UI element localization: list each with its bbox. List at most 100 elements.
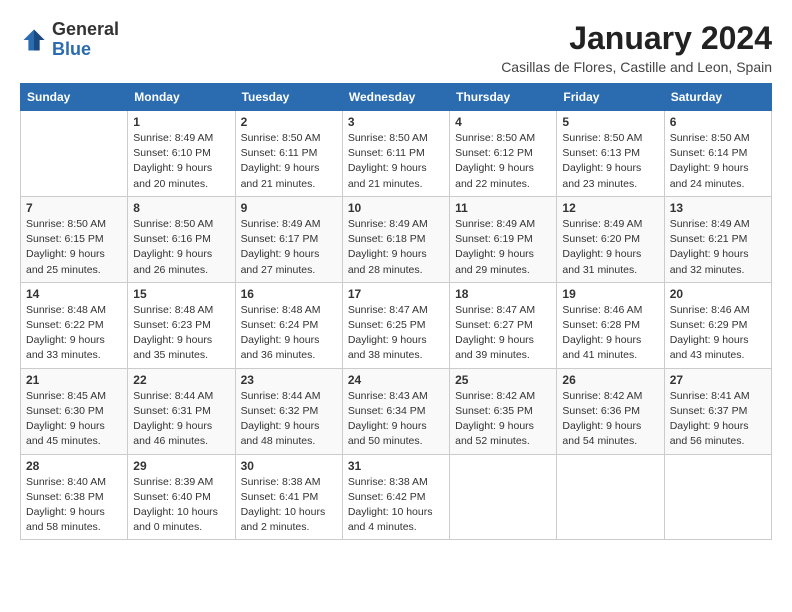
column-header-sunday: Sunday — [21, 84, 128, 111]
day-info: Sunrise: 8:46 AM Sunset: 6:28 PM Dayligh… — [562, 303, 658, 364]
column-header-friday: Friday — [557, 84, 664, 111]
calendar-cell: 6 Sunrise: 8:50 AM Sunset: 6:14 PM Daylig… — [664, 111, 771, 197]
calendar-cell: 16Sunrise: 8:48 AM Sunset: 6:24 PM Dayli… — [235, 282, 342, 368]
day-number: 25 — [455, 373, 551, 387]
day-info: Sunrise: 8:40 AM Sunset: 6:38 PM Dayligh… — [26, 475, 122, 536]
day-number: 3 — [348, 115, 444, 129]
month-title: January 2024 — [501, 20, 772, 57]
day-info: Sunrise: 8:47 AM Sunset: 6:27 PM Dayligh… — [455, 303, 551, 364]
day-number: 16 — [241, 287, 337, 301]
day-info: Sunrise: 8:49 AM Sunset: 6:20 PM Dayligh… — [562, 217, 658, 278]
calendar-body: 1Sunrise: 8:49 AM Sunset: 6:10 PM Daylig… — [21, 111, 772, 540]
day-info: Sunrise: 8:39 AM Sunset: 6:40 PM Dayligh… — [133, 475, 229, 536]
logo-general-text: General — [52, 19, 119, 39]
day-number: 22 — [133, 373, 229, 387]
calendar-week-5: 28 Sunrise: 8:40 AM Sunset: 6:38 PM Dayli… — [21, 454, 772, 540]
day-number: 6 — [670, 115, 766, 129]
logo-blue-text: Blue — [52, 39, 91, 59]
calendar-cell: 30 Sunrise: 8:38 AM Sunset: 6:41 PM Dayli… — [235, 454, 342, 540]
day-info: Sunrise: 8:41 AM Sunset: 6:37 PM Dayligh… — [670, 389, 766, 450]
day-info: Sunrise: 8:49 AM Sunset: 6:19 PM Dayligh… — [455, 217, 551, 278]
calendar-cell: 25 Sunrise: 8:42 AM Sunset: 6:35 PM Dayli… — [450, 368, 557, 454]
column-header-wednesday: Wednesday — [342, 84, 449, 111]
calendar-cell: 8 Sunrise: 8:50 AM Sunset: 6:16 PM Daylig… — [128, 196, 235, 282]
calendar-week-1: 1Sunrise: 8:49 AM Sunset: 6:10 PM Daylig… — [21, 111, 772, 197]
day-info: Sunrise: 8:49 AM Sunset: 6:10 PM Dayligh… — [133, 131, 229, 192]
day-info: Sunrise: 8:50 AM Sunset: 6:12 PM Dayligh… — [455, 131, 551, 192]
day-number: 13 — [670, 201, 766, 215]
column-header-tuesday: Tuesday — [235, 84, 342, 111]
day-info: Sunrise: 8:42 AM Sunset: 6:35 PM Dayligh… — [455, 389, 551, 450]
day-info: Sunrise: 8:49 AM Sunset: 6:21 PM Dayligh… — [670, 217, 766, 278]
calendar-cell: 26 Sunrise: 8:42 AM Sunset: 6:36 PM Dayli… — [557, 368, 664, 454]
day-number: 29 — [133, 459, 229, 473]
day-info: Sunrise: 8:50 AM Sunset: 6:16 PM Dayligh… — [133, 217, 229, 278]
day-number: 20 — [670, 287, 766, 301]
calendar-cell: 10Sunrise: 8:49 AM Sunset: 6:18 PM Dayli… — [342, 196, 449, 282]
day-info: Sunrise: 8:48 AM Sunset: 6:23 PM Dayligh… — [133, 303, 229, 364]
calendar-cell: 27Sunrise: 8:41 AM Sunset: 6:37 PM Dayli… — [664, 368, 771, 454]
day-info: Sunrise: 8:46 AM Sunset: 6:29 PM Dayligh… — [670, 303, 766, 364]
day-info: Sunrise: 8:42 AM Sunset: 6:36 PM Dayligh… — [562, 389, 658, 450]
day-info: Sunrise: 8:47 AM Sunset: 6:25 PM Dayligh… — [348, 303, 444, 364]
calendar-cell: 23 Sunrise: 8:44 AM Sunset: 6:32 PM Dayli… — [235, 368, 342, 454]
calendar-cell — [557, 454, 664, 540]
day-number: 2 — [241, 115, 337, 129]
calendar-cell: 9Sunrise: 8:49 AM Sunset: 6:17 PM Daylig… — [235, 196, 342, 282]
column-header-monday: Monday — [128, 84, 235, 111]
day-info: Sunrise: 8:50 AM Sunset: 6:13 PM Dayligh… — [562, 131, 658, 192]
calendar-header-row: SundayMondayTuesdayWednesdayThursdayFrid… — [21, 84, 772, 111]
calendar-cell: 20 Sunrise: 8:46 AM Sunset: 6:29 PM Dayli… — [664, 282, 771, 368]
calendar-cell: 24 Sunrise: 8:43 AM Sunset: 6:34 PM Dayli… — [342, 368, 449, 454]
page-header: General Blue January 2024 Casillas de Fl… — [20, 20, 772, 75]
calendar-cell: 18 Sunrise: 8:47 AM Sunset: 6:27 PM Dayli… — [450, 282, 557, 368]
day-number: 30 — [241, 459, 337, 473]
calendar-cell: 31 Sunrise: 8:38 AM Sunset: 6:42 PM Dayli… — [342, 454, 449, 540]
day-number: 31 — [348, 459, 444, 473]
day-number: 18 — [455, 287, 551, 301]
day-number: 28 — [26, 459, 122, 473]
day-number: 5 — [562, 115, 658, 129]
calendar-cell: 13 Sunrise: 8:49 AM Sunset: 6:21 PM Dayli… — [664, 196, 771, 282]
day-number: 10 — [348, 201, 444, 215]
calendar-cell: 4Sunrise: 8:50 AM Sunset: 6:12 PM Daylig… — [450, 111, 557, 197]
day-number: 12 — [562, 201, 658, 215]
calendar-cell: 29 Sunrise: 8:39 AM Sunset: 6:40 PM Dayli… — [128, 454, 235, 540]
day-info: Sunrise: 8:50 AM Sunset: 6:11 PM Dayligh… — [241, 131, 337, 192]
calendar-week-3: 14 Sunrise: 8:48 AM Sunset: 6:22 PM Dayli… — [21, 282, 772, 368]
day-number: 23 — [241, 373, 337, 387]
calendar-cell: 12 Sunrise: 8:49 AM Sunset: 6:20 PM Dayli… — [557, 196, 664, 282]
calendar-cell: 1Sunrise: 8:49 AM Sunset: 6:10 PM Daylig… — [128, 111, 235, 197]
day-number: 14 — [26, 287, 122, 301]
calendar-cell: 28 Sunrise: 8:40 AM Sunset: 6:38 PM Dayli… — [21, 454, 128, 540]
day-info: Sunrise: 8:44 AM Sunset: 6:31 PM Dayligh… — [133, 389, 229, 450]
logo: General Blue — [20, 20, 119, 60]
day-info: Sunrise: 8:45 AM Sunset: 6:30 PM Dayligh… — [26, 389, 122, 450]
day-number: 24 — [348, 373, 444, 387]
calendar-cell: 3 Sunrise: 8:50 AM Sunset: 6:11 PM Daylig… — [342, 111, 449, 197]
day-number: 7 — [26, 201, 122, 215]
day-number: 26 — [562, 373, 658, 387]
day-info: Sunrise: 8:38 AM Sunset: 6:41 PM Dayligh… — [241, 475, 337, 536]
column-header-saturday: Saturday — [664, 84, 771, 111]
day-info: Sunrise: 8:48 AM Sunset: 6:22 PM Dayligh… — [26, 303, 122, 364]
calendar-cell: 22 Sunrise: 8:44 AM Sunset: 6:31 PM Dayli… — [128, 368, 235, 454]
day-info: Sunrise: 8:44 AM Sunset: 6:32 PM Dayligh… — [241, 389, 337, 450]
location-title: Casillas de Flores, Castille and Leon, S… — [501, 59, 772, 75]
calendar-cell: 5 Sunrise: 8:50 AM Sunset: 6:13 PM Daylig… — [557, 111, 664, 197]
calendar-cell — [450, 454, 557, 540]
calendar-cell — [21, 111, 128, 197]
day-number: 11 — [455, 201, 551, 215]
day-number: 17 — [348, 287, 444, 301]
calendar-table: SundayMondayTuesdayWednesdayThursdayFrid… — [20, 83, 772, 540]
calendar-cell: 17 Sunrise: 8:47 AM Sunset: 6:25 PM Dayli… — [342, 282, 449, 368]
calendar-cell: 19Sunrise: 8:46 AM Sunset: 6:28 PM Dayli… — [557, 282, 664, 368]
day-info: Sunrise: 8:43 AM Sunset: 6:34 PM Dayligh… — [348, 389, 444, 450]
calendar-cell: 11 Sunrise: 8:49 AM Sunset: 6:19 PM Dayli… — [450, 196, 557, 282]
day-info: Sunrise: 8:50 AM Sunset: 6:11 PM Dayligh… — [348, 131, 444, 192]
day-info: Sunrise: 8:50 AM Sunset: 6:14 PM Dayligh… — [670, 131, 766, 192]
day-number: 8 — [133, 201, 229, 215]
calendar-cell — [664, 454, 771, 540]
logo-text: General Blue — [52, 20, 119, 60]
day-info: Sunrise: 8:38 AM Sunset: 6:42 PM Dayligh… — [348, 475, 444, 536]
